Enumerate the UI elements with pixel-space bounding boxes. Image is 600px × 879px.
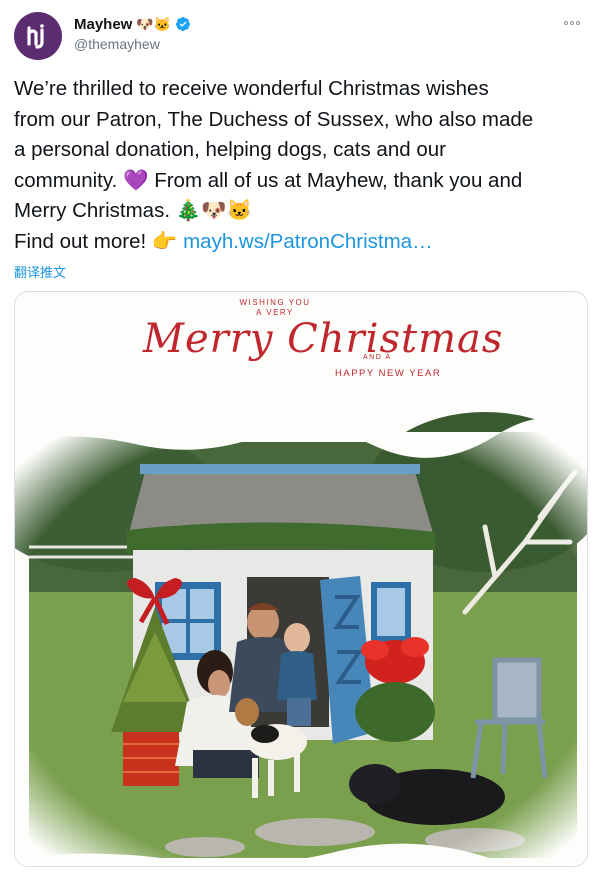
more-options-icon[interactable] <box>564 18 584 28</box>
account-names: Mayhew 🐶🐱 @themayhew <box>74 14 191 52</box>
card-happy-new-year: HAPPY NEW YEAR <box>335 368 442 379</box>
tweet-line: We’re thrilled to receive wonderful Chri… <box>14 77 489 100</box>
tweet-link[interactable]: mayh.ws/PatronChristma… <box>183 230 432 253</box>
christmas-card-image[interactable]: WISHING YOU A VERY Merry Christmas AND A… <box>14 291 588 867</box>
tweet-line: Merry Christmas. 🎄🐶🐱 <box>14 199 253 222</box>
tweet-body: We’re thrilled to receive wonderful Chri… <box>14 74 588 257</box>
find-out-more-line: Find out more! 👉 mayh.ws/PatronChristma… <box>14 227 588 258</box>
display-name[interactable]: Mayhew <box>74 16 132 33</box>
tweet-line: a personal donation, helping dogs, cats … <box>14 138 446 161</box>
avatar[interactable] <box>14 12 62 60</box>
family-garden-scene <box>15 412 587 866</box>
find-out-more-text: Find out more! 👉 <box>14 229 184 253</box>
card-top-line-1: WISHING YOU <box>239 298 311 307</box>
tweet-header: Mayhew 🐶🐱 @themayhew <box>14 12 586 60</box>
mayhew-logo-icon <box>22 20 54 52</box>
tweet-line: community. 💜 From all of us at Mayhew, t… <box>14 168 523 192</box>
name-emojis: 🐶🐱 <box>136 16 172 32</box>
account-handle[interactable]: @themayhew <box>74 36 191 52</box>
card-merry-christmas: Merry Christmas <box>143 316 504 362</box>
card-and-a: AND A <box>363 354 392 361</box>
verified-badge-icon <box>176 17 191 31</box>
tweet-line: from our Patron, The Duchess of Sussex, … <box>14 107 534 131</box>
card-wishing-you: WISHING YOU A VERY <box>15 298 535 318</box>
translate-tweet-link[interactable]: 翻译推文 <box>14 262 66 281</box>
